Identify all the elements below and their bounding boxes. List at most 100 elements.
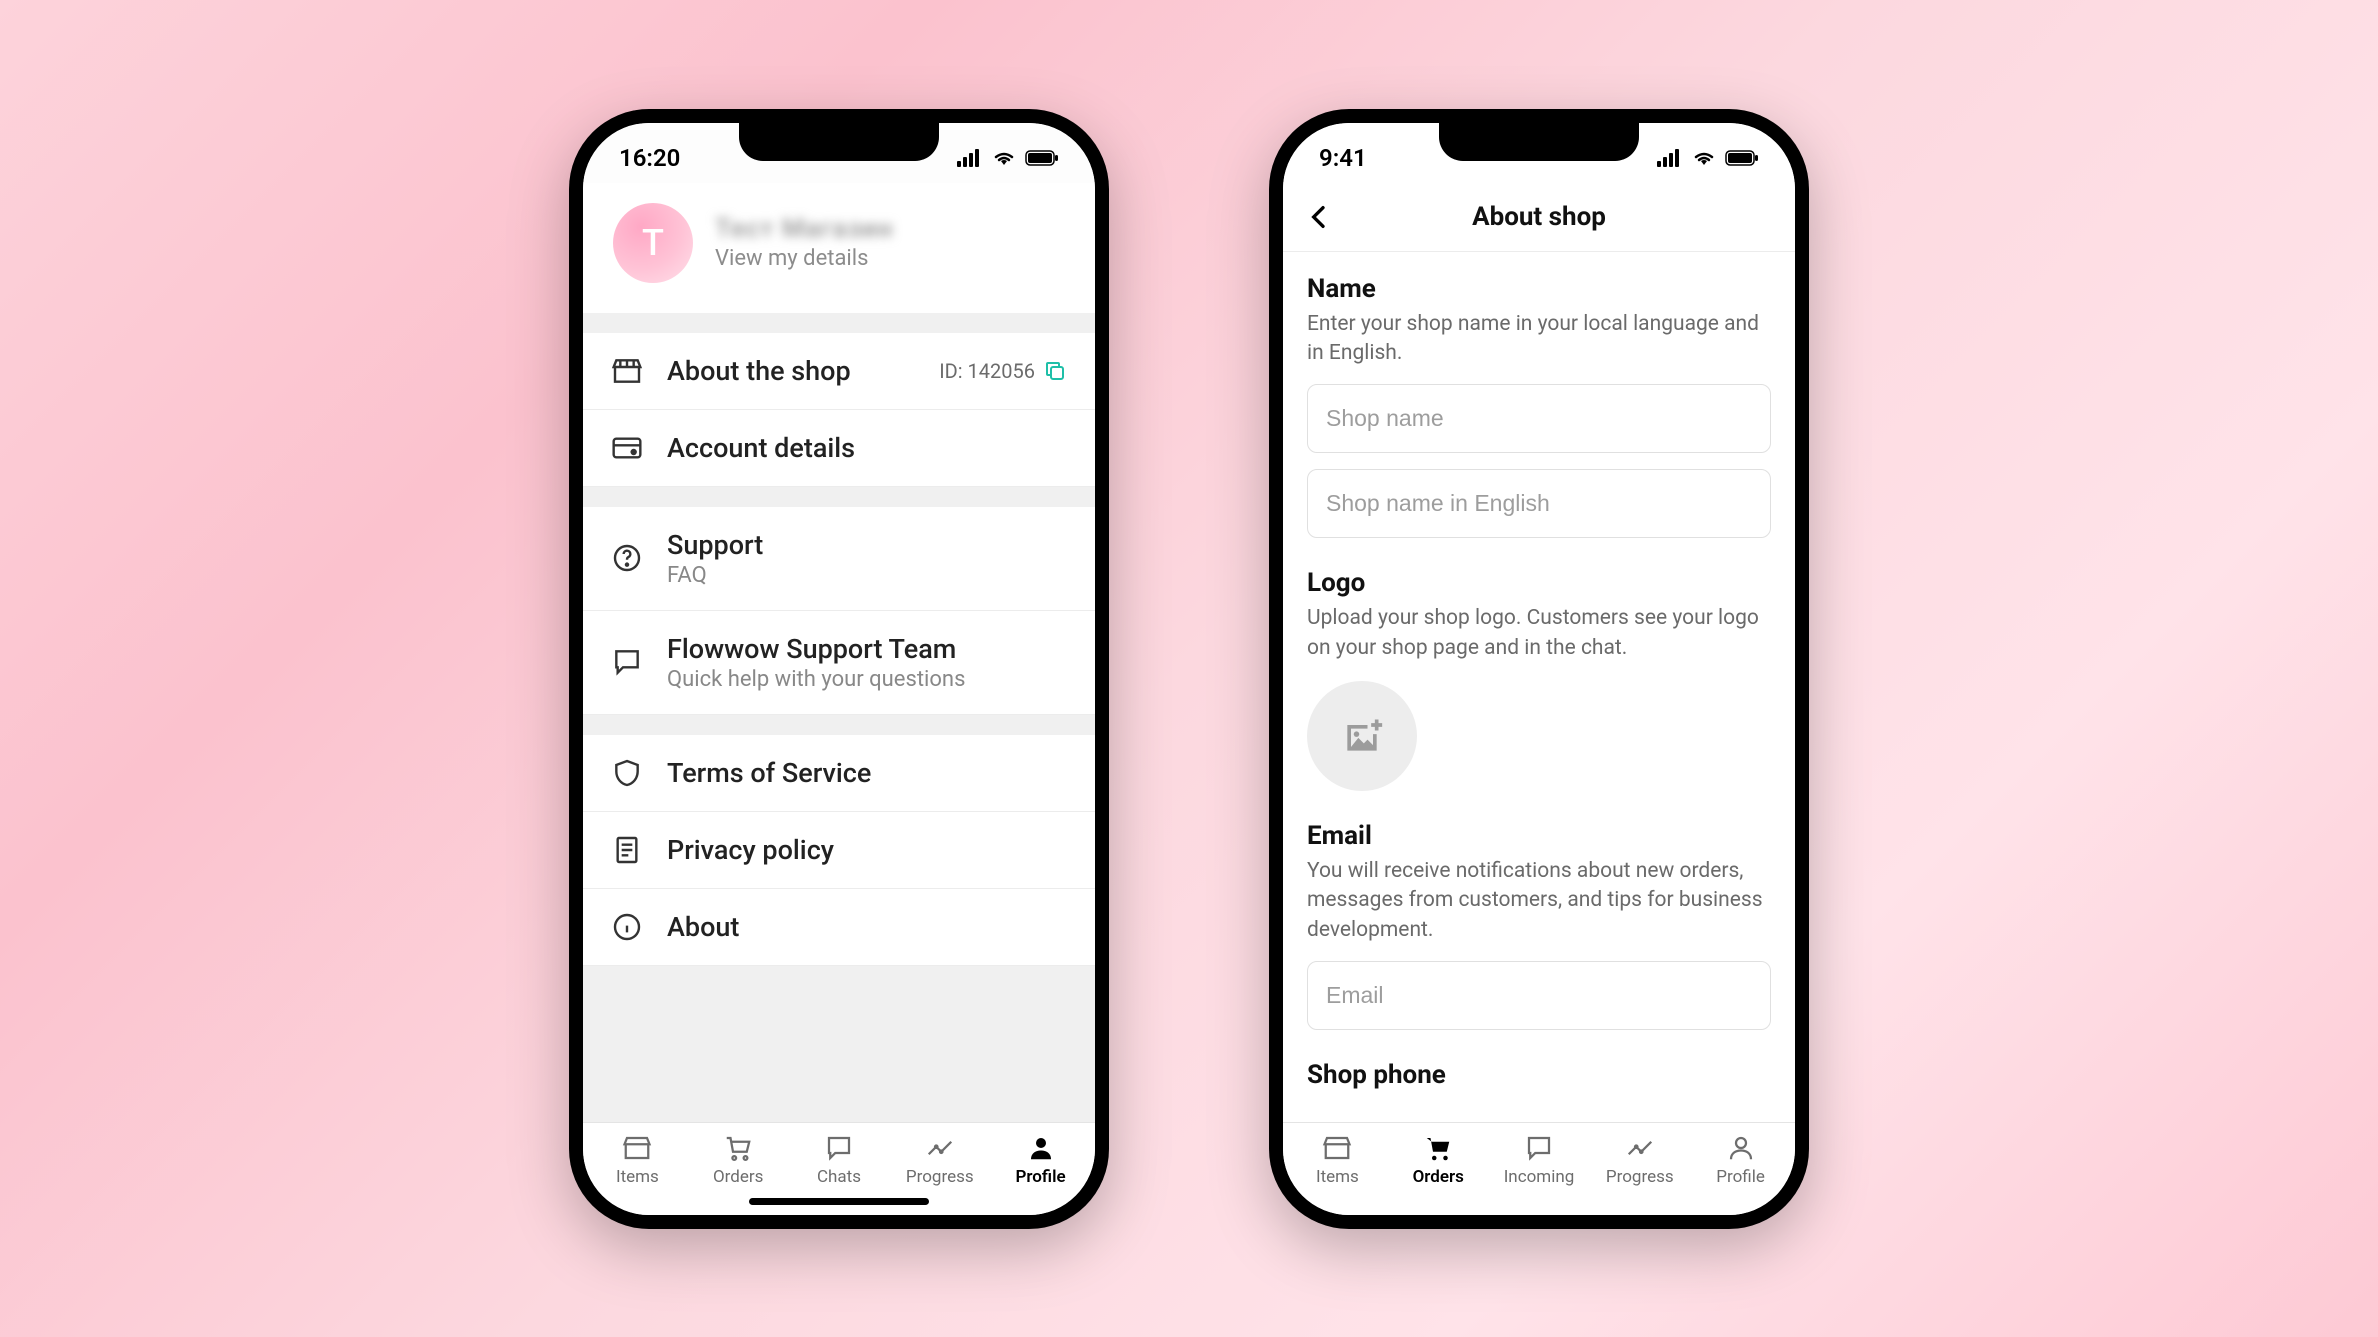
chat-icon	[1524, 1133, 1554, 1163]
menu-support[interactable]: Support FAQ	[583, 507, 1095, 611]
email-label: Email	[1307, 821, 1771, 851]
phone-profile-screen: 16:20 T Тест Магазин View my details Abo…	[569, 109, 1109, 1229]
person-icon	[1726, 1133, 1756, 1163]
wifi-icon	[1691, 149, 1717, 167]
avatar: T	[613, 203, 693, 283]
status-icons	[1657, 149, 1759, 167]
nav-items[interactable]: Items	[587, 1133, 688, 1187]
menu-title: About	[667, 911, 1067, 943]
nav-label: Orders	[713, 1167, 763, 1187]
shop-id-text: ID: 142056	[939, 359, 1035, 383]
nav-orders[interactable]: Orders	[688, 1133, 789, 1187]
nav-items[interactable]: Items	[1287, 1133, 1388, 1187]
document-icon	[611, 834, 643, 866]
shop-name-en-input[interactable]	[1307, 469, 1771, 538]
email-input[interactable]	[1307, 961, 1771, 1030]
menu-sub: Quick help with your questions	[667, 667, 1067, 692]
nav-incoming[interactable]: Incoming	[1489, 1133, 1590, 1187]
nav-progress[interactable]: Progress	[889, 1133, 990, 1187]
profile-info: Тест Магазин View my details	[715, 214, 893, 271]
profile-header[interactable]: T Тест Магазин View my details	[583, 183, 1095, 313]
nav-label: Profile	[1716, 1167, 1765, 1187]
menu-about-shop[interactable]: About the shop ID: 142056	[583, 333, 1095, 410]
shop-icon	[622, 1133, 652, 1163]
chart-icon	[925, 1133, 955, 1163]
wifi-icon	[991, 149, 1017, 167]
card-icon	[611, 432, 643, 464]
chart-icon	[1625, 1133, 1655, 1163]
nav-label: Chats	[817, 1167, 861, 1187]
image-add-icon	[1340, 714, 1384, 758]
menu-support-team[interactable]: Flowwow Support Team Quick help with you…	[583, 611, 1095, 715]
menu-about[interactable]: About	[583, 889, 1095, 966]
nav-profile[interactable]: Profile	[1690, 1133, 1791, 1187]
nav-progress[interactable]: Progress	[1589, 1133, 1690, 1187]
person-icon	[1026, 1133, 1056, 1163]
cellular-icon	[1657, 149, 1683, 167]
logo-upload-button[interactable]	[1307, 681, 1417, 791]
menu-title: About the shop	[667, 355, 915, 387]
nav-label: Orders	[1413, 1167, 1464, 1187]
home-indicator[interactable]	[749, 1198, 929, 1205]
status-time: 9:41	[1319, 144, 1367, 172]
status-time: 16:20	[619, 144, 680, 172]
nav-label: Profile	[1016, 1167, 1066, 1187]
device-notch	[739, 123, 939, 161]
battery-icon	[1725, 149, 1759, 167]
screen-header: About shop	[1283, 183, 1795, 252]
menu-title: Support	[667, 529, 1067, 561]
logo-label: Logo	[1307, 568, 1771, 598]
shop-icon	[611, 355, 643, 387]
shield-icon	[611, 757, 643, 789]
avatar-letter: T	[642, 222, 664, 264]
cellular-icon	[957, 149, 983, 167]
divider	[583, 313, 1095, 333]
nav-label: Items	[1316, 1167, 1359, 1187]
chat-icon	[824, 1133, 854, 1163]
shop-icon	[1322, 1133, 1352, 1163]
menu-terms[interactable]: Terms of Service	[583, 735, 1095, 812]
chat-icon	[611, 646, 643, 678]
divider	[583, 715, 1095, 735]
bottom-nav: Items Orders Incoming Progress Profile	[1283, 1122, 1795, 1215]
section-logo: Logo Upload your shop logo. Customers se…	[1307, 568, 1771, 791]
menu-title: Account details	[667, 432, 1067, 464]
nav-chats[interactable]: Chats	[789, 1133, 890, 1187]
copy-icon[interactable]	[1043, 359, 1067, 383]
email-help: You will receive notifications about new…	[1307, 857, 1771, 945]
battery-icon	[1025, 149, 1059, 167]
menu-privacy[interactable]: Privacy policy	[583, 812, 1095, 889]
info-icon	[611, 911, 643, 943]
device-notch	[1439, 123, 1639, 161]
logo-help: Upload your shop logo. Customers see you…	[1307, 604, 1771, 663]
nav-label: Progress	[906, 1167, 974, 1187]
menu-title: Terms of Service	[667, 757, 1067, 789]
nav-profile[interactable]: Profile	[990, 1133, 1091, 1187]
form-body: Name Enter your shop name in your local …	[1283, 252, 1795, 1122]
nav-orders[interactable]: Orders	[1388, 1133, 1489, 1187]
menu-title: Flowwow Support Team	[667, 633, 1067, 665]
name-help: Enter your shop name in your local langu…	[1307, 310, 1771, 369]
screen-title: About shop	[1472, 202, 1606, 232]
name-label: Name	[1307, 274, 1771, 304]
profile-name: Тест Магазин	[715, 214, 893, 244]
menu-title: Privacy policy	[667, 834, 1067, 866]
phone-about-shop-screen: 9:41 About shop Name Enter your shop nam…	[1269, 109, 1809, 1229]
menu-account-details[interactable]: Account details	[583, 410, 1095, 487]
shop-id: ID: 142056	[939, 359, 1067, 383]
menu-sub: FAQ	[667, 563, 1067, 588]
section-email: Email You will receive notifications abo…	[1307, 821, 1771, 1030]
profile-sub: View my details	[715, 246, 893, 271]
divider	[583, 487, 1095, 507]
screen: 16:20 T Тест Магазин View my details Abo…	[583, 123, 1095, 1215]
nav-label: Incoming	[1504, 1167, 1575, 1187]
divider	[583, 966, 1095, 1122]
nav-label: Items	[616, 1167, 659, 1187]
shop-name-input[interactable]	[1307, 384, 1771, 453]
back-icon[interactable]	[1303, 201, 1335, 233]
shop-phone-label: Shop phone	[1307, 1060, 1771, 1090]
section-name: Name Enter your shop name in your local …	[1307, 274, 1771, 539]
cart-icon	[723, 1133, 753, 1163]
section-phone: Shop phone	[1307, 1060, 1771, 1090]
status-icons	[957, 149, 1059, 167]
